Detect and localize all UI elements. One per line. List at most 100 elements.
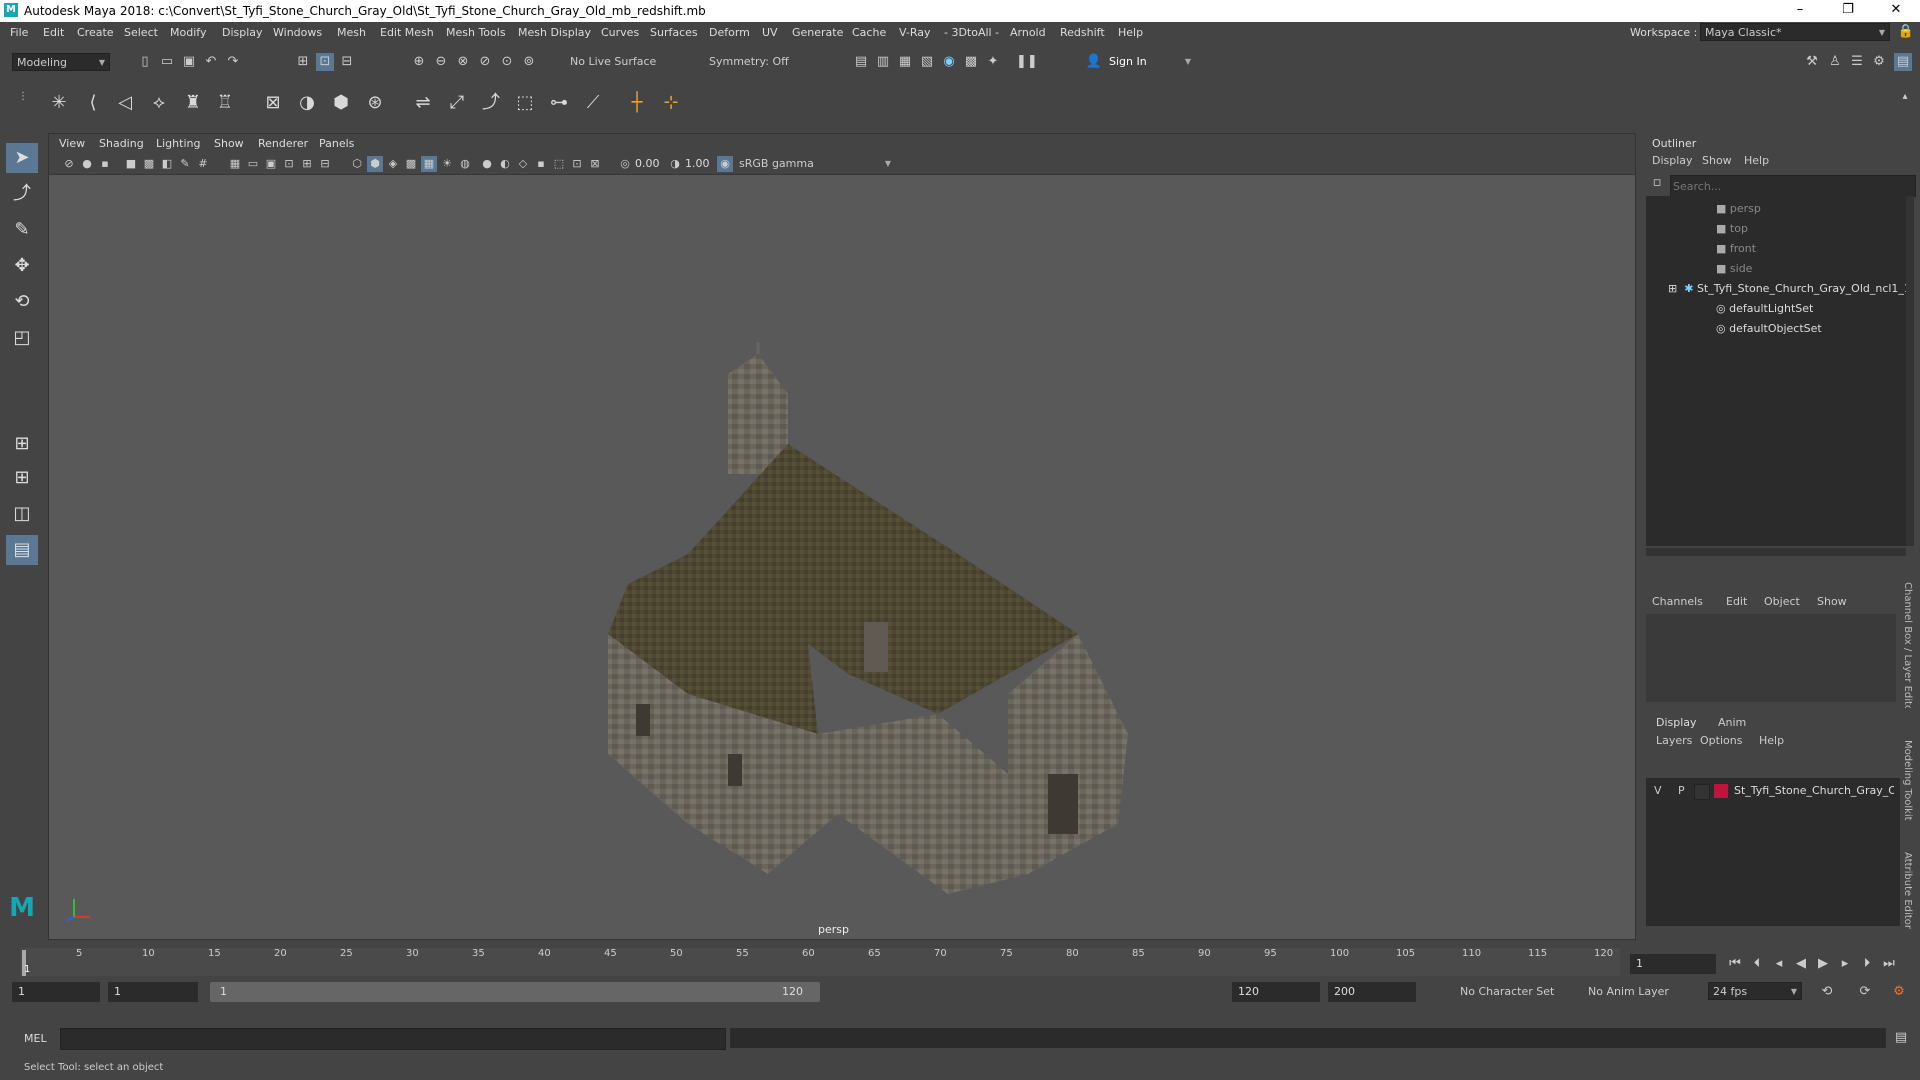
open-scene-icon[interactable]: ▭ — [158, 53, 176, 71]
animation-end-field[interactable]: 200 — [1328, 982, 1416, 1002]
viewport-menu-lighting[interactable]: Lighting — [156, 137, 200, 150]
step-forward-frame-icon[interactable]: ▸ — [1836, 955, 1854, 973]
channel-menu-channels[interactable]: Channels — [1652, 595, 1703, 608]
playback-end-field[interactable]: 120 — [1232, 982, 1320, 1002]
annotation-icon[interactable]: ⊹ — [658, 90, 684, 116]
channel-menu-show[interactable]: Show — [1817, 595, 1847, 608]
smooth-shade-icon[interactable]: ⬢ — [367, 156, 383, 172]
step-forward-key-icon[interactable]: ⏵ — [1858, 955, 1876, 973]
play-backwards-icon[interactable]: ◀ — [1792, 955, 1810, 973]
viewport-menu-show[interactable]: Show — [214, 137, 244, 150]
church-model[interactable] — [48, 174, 1636, 940]
humanik-icon[interactable]: ♖ — [212, 90, 238, 116]
constraint-pole-icon[interactable]: ⟋ — [580, 90, 606, 116]
wire-deformer-icon[interactable]: ⊛ — [362, 90, 388, 116]
2d-pan-icon[interactable]: ◧ — [159, 156, 175, 172]
layer-color-swatch[interactable] — [1714, 784, 1728, 798]
new-scene-icon[interactable]: ▯ — [136, 53, 154, 71]
attribute-editor-icon[interactable]: ☰ — [1848, 53, 1866, 71]
layer-tab-anim[interactable]: Anim — [1718, 716, 1746, 729]
locator-icon[interactable]: ┼ — [624, 90, 650, 116]
layer-tab-display[interactable]: Display — [1656, 716, 1697, 729]
outliner-menu-display[interactable]: Display — [1652, 154, 1693, 167]
cluster-icon[interactable]: ⊠ — [260, 90, 286, 116]
layer-playback-toggle[interactable]: P — [1678, 784, 1685, 797]
live-surface-field[interactable]: No Live Surface — [566, 53, 666, 71]
outliner-item-persp[interactable]: ■ persp — [1716, 202, 1761, 215]
save-scene-icon[interactable]: ▣ — [180, 53, 198, 71]
menu-vray[interactable]: V-Ray — [899, 26, 931, 39]
workspace-dropdown[interactable]: Maya Classic* ▼ — [1700, 23, 1890, 41]
outliner-item-side[interactable]: ■ side — [1716, 262, 1752, 275]
scale-tool-icon[interactable]: ◰ — [6, 323, 38, 353]
step-back-frame-icon[interactable]: ◂ — [1770, 955, 1788, 973]
safe-action-icon[interactable]: ⊞ — [299, 156, 315, 172]
character-set-dropdown[interactable]: No Character Set — [1456, 983, 1578, 1001]
loop-icon[interactable]: ⟲ — [1818, 983, 1836, 1001]
script-language-toggle[interactable]: MEL — [24, 1032, 47, 1045]
xray-icon[interactable]: ⬚ — [551, 156, 567, 172]
lattice-icon[interactable]: ◑ — [294, 90, 320, 116]
symmetry-dropdown[interactable]: Symmetry: Off — [705, 53, 805, 71]
animation-start-field[interactable]: 1 — [12, 982, 100, 1002]
select-tool-icon[interactable]: ➤ — [6, 143, 38, 173]
snap-curve-icon[interactable]: ⊖ — [432, 53, 450, 71]
isolate-select-icon[interactable]: ▪ — [533, 156, 549, 172]
outliner-search-input[interactable] — [1670, 175, 1916, 197]
layer-menu-layers[interactable]: Layers — [1656, 734, 1692, 747]
layer-reference-toggle[interactable] — [1694, 784, 1710, 800]
outliner-horizontal-scrollbar[interactable] — [1646, 548, 1906, 556]
outliner-menu-show[interactable]: Show — [1702, 154, 1732, 167]
viewport-menu-shading[interactable]: Shading — [99, 137, 144, 150]
layer-row[interactable]: V P St_Tyfi_Stone_Church_Gray_Ol — [1646, 782, 1900, 800]
depth-of-field-icon[interactable]: ◇ — [515, 156, 531, 172]
gate-mask-icon[interactable]: ▣ — [263, 156, 279, 172]
pause-icon[interactable]: ❚❚ — [1016, 53, 1038, 71]
exposure-value[interactable]: 0.00 — [635, 157, 660, 170]
ik-handle-icon[interactable]: ⟨ — [80, 90, 106, 116]
menu-surfaces[interactable]: Surfaces — [650, 26, 698, 39]
auto-key-icon[interactable]: ⟳ — [1856, 983, 1874, 1001]
snap-pivot-icon[interactable]: ⊚ — [520, 53, 538, 71]
snap-surface-icon[interactable]: ⊙ — [498, 53, 516, 71]
grease-pencil-icon[interactable]: ✎ — [177, 156, 193, 172]
bind-skin-icon[interactable]: ⟡ — [146, 90, 172, 116]
maximize-button[interactable]: ❐ — [1828, 2, 1868, 20]
script-editor-icon[interactable]: ▤ — [1892, 1029, 1910, 1047]
expand-icon[interactable]: ⊞ — [1668, 282, 1677, 295]
viewport-menu-view[interactable]: View — [59, 137, 85, 150]
go-to-end-icon[interactable]: ⏭ — [1880, 955, 1898, 973]
menu-3dtoall[interactable]: - 3DtoAll - — [944, 26, 999, 39]
undo-icon[interactable]: ↶ — [202, 53, 220, 71]
camera-lock-icon[interactable]: ● — [79, 156, 95, 172]
gamma-value[interactable]: 1.00 — [685, 157, 710, 170]
outliner-item-objectset[interactable]: ◎ defaultObjectSet — [1716, 322, 1822, 335]
use-all-lights-icon[interactable]: ▦ — [421, 156, 437, 172]
menu-modify[interactable]: Modify — [170, 26, 206, 39]
shelf-scroll-icon[interactable]: ▴ — [1896, 88, 1914, 106]
field-chart-icon[interactable]: ⊡ — [281, 156, 297, 172]
channel-box-icon[interactable]: ▤ — [1894, 53, 1912, 71]
constraint-point-icon[interactable]: ⇌ — [410, 90, 436, 116]
select-object-icon[interactable]: ⊡ — [316, 53, 334, 71]
shadows-icon[interactable]: ☀ — [439, 156, 455, 172]
blend-shape-icon[interactable]: ⬢ — [328, 90, 354, 116]
channel-box-side-tab[interactable]: Channel Box / Layer Editor — [1902, 582, 1913, 715]
playback-start-field[interactable]: 1 — [108, 982, 198, 1002]
anim-prefs-icon[interactable]: ⚙ — [1890, 983, 1908, 1001]
snap-point-icon[interactable]: ⊗ — [454, 53, 472, 71]
channel-menu-edit[interactable]: Edit — [1726, 595, 1747, 608]
menu-mesh-tools[interactable]: Mesh Tools — [446, 26, 506, 39]
viewport-menu-panels[interactable]: Panels — [319, 137, 354, 150]
layout-four-icon[interactable]: ⊞ — [6, 463, 38, 493]
exposure-icon[interactable]: ◎ — [617, 156, 633, 172]
constraint-orient-icon[interactable]: ⤴ — [478, 90, 504, 116]
menu-file[interactable]: File — [10, 26, 28, 39]
outliner-item-lightset[interactable]: ◎ defaultLightSet — [1716, 302, 1813, 315]
xray-components-icon[interactable]: ⊠ — [587, 156, 603, 172]
menu-cache[interactable]: Cache — [852, 26, 886, 39]
render-frame-icon[interactable]: ▤ — [852, 53, 870, 71]
soft-select-icon[interactable]: ⊞ — [6, 429, 38, 459]
render-setup-icon[interactable]: ▩ — [962, 53, 980, 71]
attribute-editor-side-tab[interactable]: Attribute Editor — [1902, 852, 1913, 929]
